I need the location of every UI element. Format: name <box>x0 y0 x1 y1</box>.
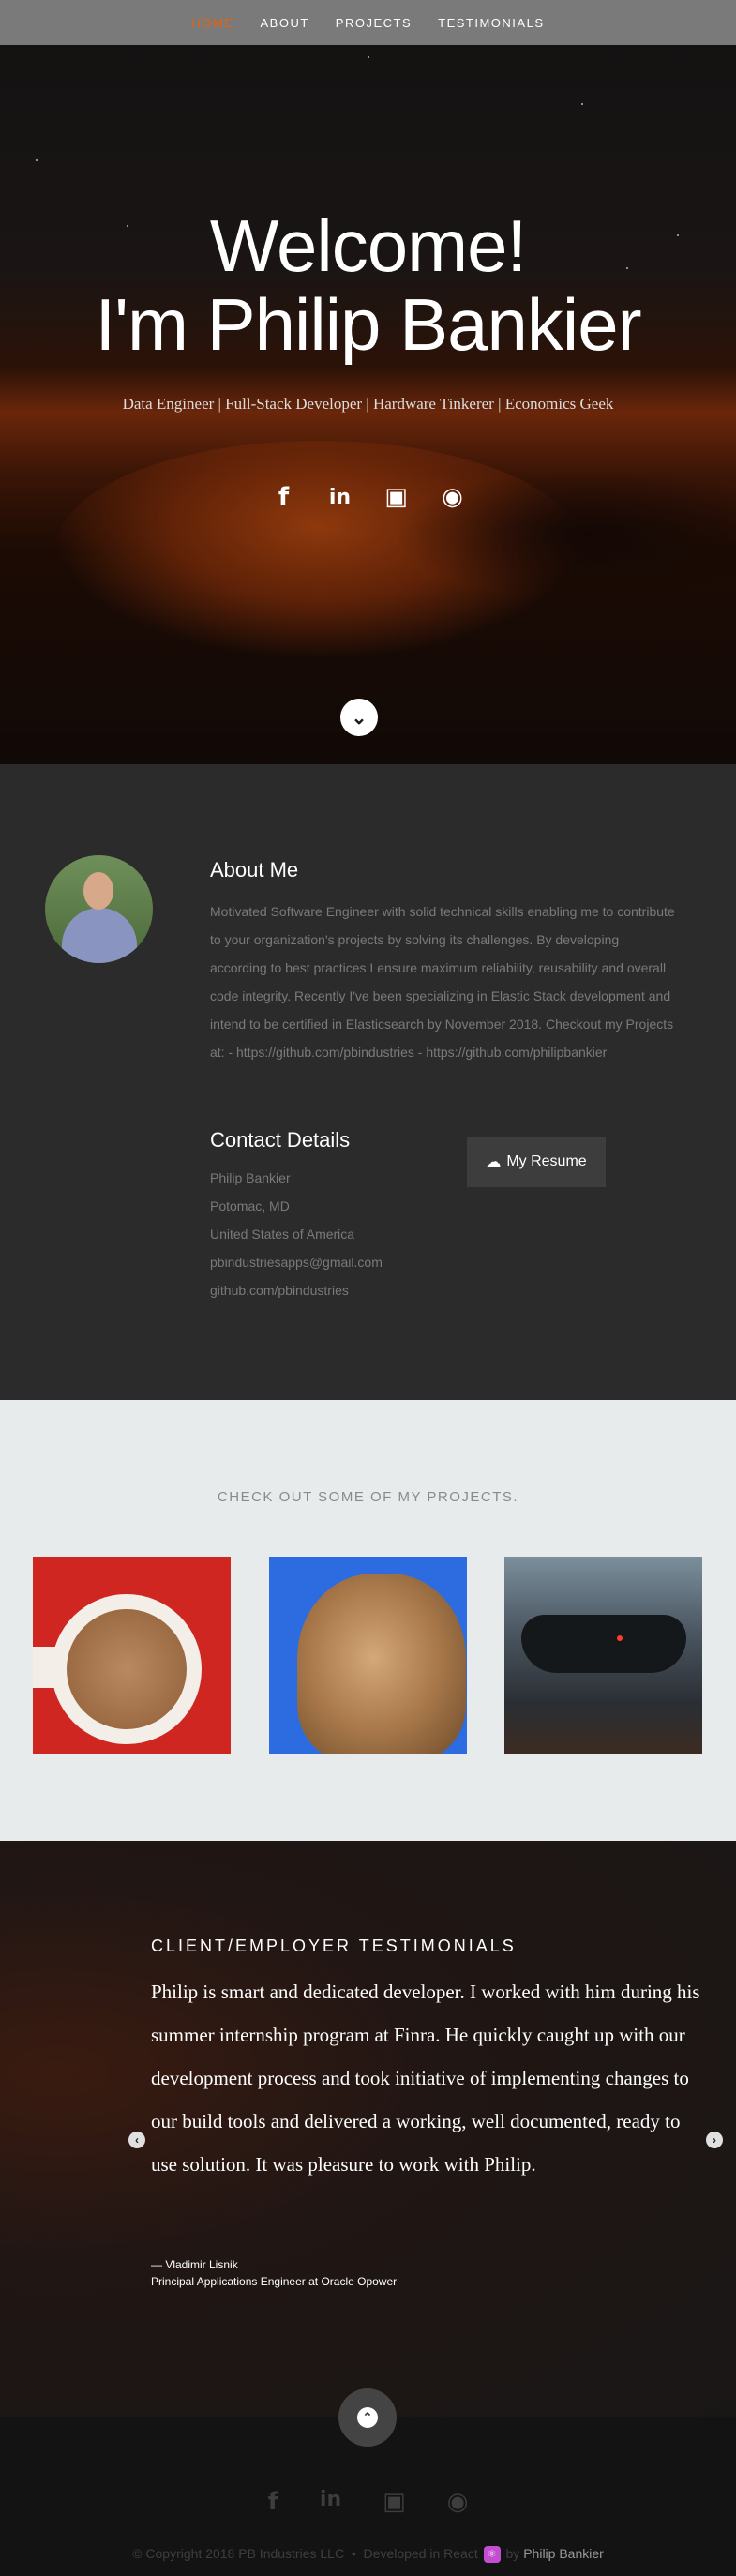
contact-country: United States of America <box>210 1227 355 1242</box>
contact-github[interactable]: github.com/pbindustries <box>210 1276 383 1304</box>
about-section: About Me Motivated Software Engineer wit… <box>0 764 736 1400</box>
nav-about[interactable]: ABOUT <box>261 16 309 30</box>
facebook-icon[interactable]: f <box>270 483 298 511</box>
linkedin-icon[interactable]: in <box>326 483 354 511</box>
hero-subtitle: Data Engineer | Full-Stack Developer | H… <box>122 395 614 413</box>
hero-title: Welcome! I'm Philip Bankier <box>0 206 736 364</box>
testimonial-role: Principal Applications Engineer at Oracl… <box>151 2275 398 2288</box>
chevron-right-icon: › <box>713 2133 716 2147</box>
nav-home[interactable]: HOME <box>192 16 234 30</box>
linkedin-icon[interactable]: in <box>320 2488 341 2516</box>
about-heading: About Me <box>210 858 299 881</box>
nav-testimonials[interactable]: TESTIMONIALS <box>438 16 544 30</box>
prev-testimonial-button[interactable]: ‹ <box>128 2132 145 2148</box>
next-testimonial-button[interactable]: › <box>706 2132 723 2148</box>
nav-projects[interactable]: PROJECTS <box>336 16 412 30</box>
developed-in-text: Developed in React <box>363 2546 478 2561</box>
hero-title-line1: Welcome! <box>209 204 527 287</box>
facebook-icon[interactable]: f <box>268 2488 278 2516</box>
project-card-coffee[interactable] <box>33 1557 231 1754</box>
resume-button[interactable]: ☁ My Resume <box>467 1137 606 1187</box>
chevron-up-icon: ⌃ <box>357 2407 378 2428</box>
footer: ⌃ f in ▣ ◉ © Copyright 2018 PB Industrie… <box>0 2388 736 2576</box>
footer-social-links: f in ▣ ◉ <box>0 2488 736 2516</box>
contact-name: Philip Bankier <box>210 1170 291 1185</box>
contact-email[interactable]: pbindustriesapps@gmail.com <box>210 1248 383 1276</box>
star <box>581 103 583 105</box>
contact-city: Potomac, MD <box>210 1198 290 1213</box>
projects-heading: CHECK OUT SOME OF MY PROJECTS. <box>217 1489 519 1505</box>
star <box>36 159 38 161</box>
github-icon[interactable]: ◉ <box>447 2488 469 2516</box>
project-card-lion[interactable] <box>269 1557 467 1754</box>
hero-social-links: f in ▣ ◉ <box>0 483 736 511</box>
instagram-icon[interactable]: ▣ <box>383 483 411 511</box>
hero-section: Welcome! I'm Philip Bankier Data Enginee… <box>0 0 736 764</box>
resume-label: My Resume <box>506 1153 587 1169</box>
testimonials-heading: CLIENT/EMPLOYER TESTIMONIALS <box>151 1936 517 1955</box>
instagram-icon[interactable]: ▣ <box>383 2488 406 2516</box>
chevron-left-icon: ‹ <box>135 2133 139 2147</box>
copyright-separator: • <box>351 2546 356 2561</box>
by-text: by <box>505 2546 520 2561</box>
about-bio: Motivated Software Engineer with solid t… <box>210 904 675 1060</box>
contact-heading: Contact Details <box>210 1128 351 1152</box>
star <box>368 56 369 58</box>
scroll-down-button[interactable]: ⌄ <box>340 699 378 736</box>
github-icon[interactable]: ◉ <box>439 483 467 511</box>
copyright-text: © Copyright 2018 PB Industries LLC <box>132 2546 345 2561</box>
hero-title-line2: I'm Philip Bankier <box>95 283 641 366</box>
testimonial-author: — Vladimir Lisnik <box>151 2258 238 2271</box>
react-icon: ⚛ <box>483 2546 501 2564</box>
testimonials-section: CLIENT/EMPLOYER TESTIMONIALS Philip is s… <box>0 1841 736 2417</box>
back-to-top-button[interactable]: ⌃ <box>338 2388 397 2447</box>
profile-avatar <box>45 855 153 963</box>
contact-details: Philip Bankier Potomac, MD United States… <box>210 1164 383 1304</box>
project-card-gamepad[interactable] <box>504 1557 702 1754</box>
author-link[interactable]: Philip Bankier <box>523 2546 604 2561</box>
projects-section: CHECK OUT SOME OF MY PROJECTS. <box>0 1400 736 1841</box>
chevron-down-icon: ⌄ <box>351 707 368 729</box>
top-nav: HOME ABOUT PROJECTS TESTIMONIALS <box>0 0 736 45</box>
footer-copyright: © Copyright 2018 PB Industries LLC • Dev… <box>0 2546 736 2564</box>
cloud-download-icon: ☁ <box>486 1154 502 1170</box>
testimonial-quote: Philip is smart and dedicated developer.… <box>151 1981 700 2176</box>
